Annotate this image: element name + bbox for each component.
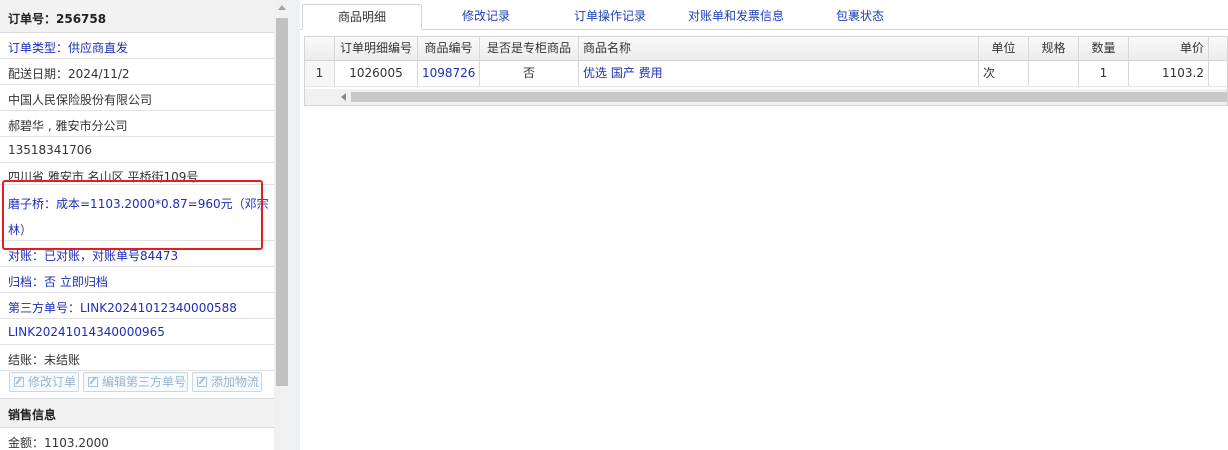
detail-number-cell: 1026005 (335, 61, 418, 86)
column-header[interactable]: 商品编号 (418, 37, 480, 60)
row-number-header (305, 37, 335, 60)
edit-icon (14, 377, 24, 387)
delivery-date: 配送日期：2024/11/2 (8, 67, 130, 81)
order-type: 订单类型：供应商直发 (8, 41, 129, 55)
column-header[interactable]: 订单明细编号 (335, 37, 418, 60)
edit-order-button[interactable]: 修改订单 (9, 372, 79, 392)
delivery-date-row: 配送日期：2024/11/2 (0, 59, 274, 85)
amount: 金额：1103.2000 (8, 436, 109, 450)
edit-icon (197, 377, 207, 387)
product-name-link[interactable]: 优选 国产 费用 (579, 61, 979, 86)
column-header[interactable]: 规格 (1029, 37, 1079, 60)
tab-package-status[interactable]: 包裹状态 (820, 4, 900, 30)
reconciliation[interactable]: 对账：已对账，对账单号84473 (8, 247, 178, 264)
unit-cell: 次 (979, 61, 1029, 86)
scrollbar-thumb[interactable] (351, 92, 1227, 102)
detail-panel: 商品明细 修改记录 订单操作记录 对账单和发票信息 包裹状态 订单明细编号 商品… (300, 0, 1228, 450)
grid-horizontal-scrollbar[interactable] (305, 89, 1227, 105)
settlement-status: 结账：未结账 (8, 353, 81, 367)
phone-number: 13518341706 (8, 143, 92, 157)
order-number: 订单号：256758 (8, 12, 107, 26)
order-info-panel: 订单号：256758 订单类型：供应商直发 配送日期：2024/11/2 中国人… (0, 0, 275, 450)
column-header[interactable]: 单位 (979, 37, 1029, 60)
column-header[interactable]: 单价 (1129, 37, 1209, 60)
tab-reconciliation-invoice[interactable]: 对账单和发票信息 (672, 4, 800, 30)
order-type-row: 订单类型：供应商直发 (0, 33, 274, 59)
add-logistics-button[interactable]: 添加物流 (192, 372, 262, 392)
phone-row: 13518341706 (0, 137, 274, 163)
tab-order-operation-log[interactable]: 订单操作记录 (558, 4, 662, 30)
sales-info-header: 销售信息 (0, 398, 274, 428)
tab-modification-log[interactable]: 修改记录 (440, 4, 532, 30)
amount-row: 金额：1103.2000 (0, 428, 274, 450)
spec-cell (1029, 61, 1079, 86)
contact-row: 郝碧华 , 雅安市分公司 (0, 111, 274, 137)
column-header[interactable]: 商品名称 (579, 37, 979, 60)
company-row: 中国人民保险股份有限公司 (0, 85, 274, 111)
price-cell: 1103.2 (1129, 61, 1209, 86)
column-header[interactable]: 是否是专柜商品 (480, 37, 579, 60)
tab-product-details[interactable]: 商品明细 (302, 4, 422, 30)
edit-icon (88, 377, 98, 387)
tab-bar: 商品明细 修改记录 订单操作记录 对账单和发票信息 包裹状态 (300, 0, 1228, 30)
settlement-row: 结账：未结账 (0, 345, 274, 371)
scroll-up-icon[interactable] (278, 5, 286, 10)
highlight-box (2, 180, 263, 250)
table-row[interactable]: 1 1026005 1098726 否 优选 国产 费用 次 1 1103.2 (305, 61, 1227, 87)
archive-row: 归档：否 立即归档 (0, 267, 274, 293)
product-grid: 订单明细编号 商品编号 是否是专柜商品 商品名称 单位 规格 数量 单价 1 1… (304, 36, 1228, 106)
counter-item-cell: 否 (480, 61, 579, 86)
quantity-cell: 1 (1079, 61, 1129, 86)
contact-name: 郝碧华 , 雅安市分公司 (8, 119, 128, 133)
archive[interactable]: 归档：否 立即归档 (8, 273, 108, 290)
third-party-number-2: LINK20241014340000965 (8, 325, 165, 339)
order-number-header: 订单号：256758 (0, 0, 274, 33)
panel-divider (290, 0, 300, 450)
reconciliation-row: 对账：已对账，对账单号84473 (0, 241, 274, 267)
grid-header: 订单明细编号 商品编号 是否是专柜商品 商品名称 单位 规格 数量 单价 (305, 37, 1227, 61)
row-number: 1 (305, 61, 335, 86)
company-name: 中国人民保险股份有限公司 (8, 93, 153, 107)
product-number-link[interactable]: 1098726 (418, 61, 480, 86)
third-party-row-2: LINK20241014340000965 (0, 319, 274, 345)
third-party-number-1: 第三方单号：LINK20241012340000588 (8, 301, 237, 315)
left-scrollbar[interactable] (274, 0, 290, 450)
scroll-left-icon[interactable] (341, 93, 346, 101)
edit-third-party-button[interactable]: 编辑第三方单号 (83, 372, 188, 392)
third-party-row-1: 第三方单号：LINK20241012340000588 (0, 293, 274, 319)
column-header[interactable]: 数量 (1079, 37, 1129, 60)
sales-info-title: 销售信息 (8, 408, 57, 422)
scrollbar-thumb[interactable] (276, 18, 288, 386)
